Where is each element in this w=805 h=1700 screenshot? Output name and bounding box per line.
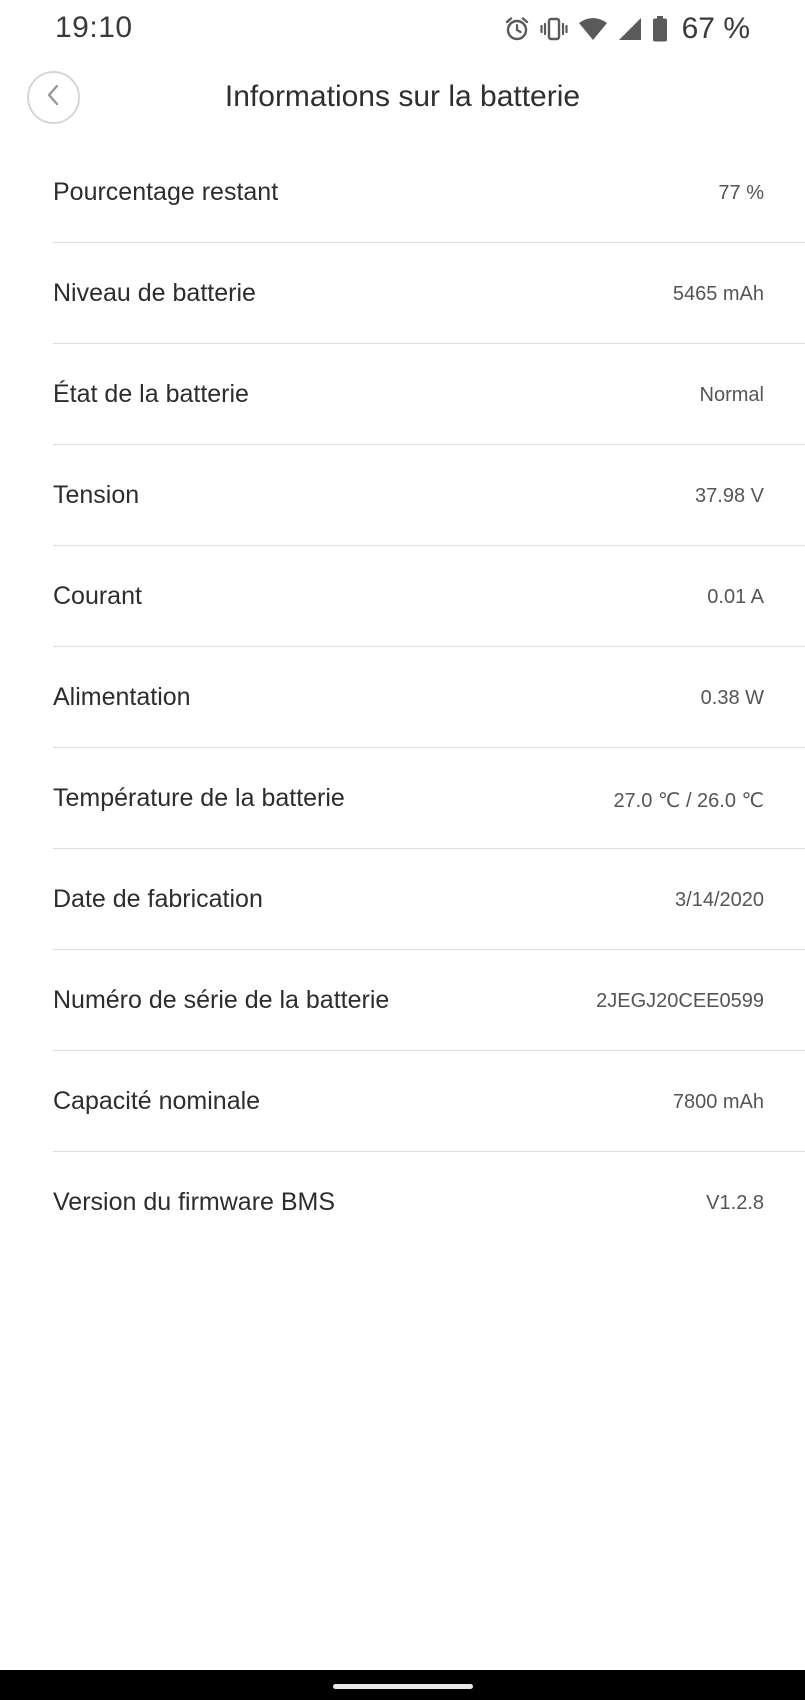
info-label: Niveau de batterie bbox=[53, 279, 256, 307]
info-label: État de la batterie bbox=[53, 380, 249, 408]
info-row-battery-temperature: Température de la batterie 27.0 ℃ / 26.0… bbox=[53, 748, 805, 849]
battery-icon bbox=[652, 16, 668, 42]
vibrate-icon bbox=[540, 16, 568, 42]
info-row-voltage: Tension 37.98 V bbox=[53, 445, 805, 546]
battery-percent-text: 67 % bbox=[681, 12, 750, 45]
info-row-serial-number: Numéro de série de la batterie 2JEGJ20CE… bbox=[53, 950, 805, 1051]
info-row-current: Courant 0.01 A bbox=[53, 546, 805, 647]
info-label: Capacité nominale bbox=[53, 1087, 261, 1115]
status-time: 19:10 bbox=[55, 11, 133, 44]
status-bar: 19:10 67 % bbox=[0, 0, 805, 60]
info-label: Courant bbox=[53, 582, 142, 610]
info-label: Date de fabrication bbox=[53, 885, 263, 913]
info-value: 3/14/2020 bbox=[675, 889, 764, 911]
wifi-icon bbox=[578, 17, 608, 41]
info-row-remaining-percentage: Pourcentage restant 77 % bbox=[53, 142, 805, 243]
info-label: Version du firmware BMS bbox=[53, 1188, 336, 1216]
info-row-bms-firmware-version: Version du firmware BMS V1.2.8 bbox=[53, 1152, 805, 1253]
info-value: 0.01 A bbox=[707, 586, 764, 608]
info-value: 0.38 W bbox=[700, 687, 764, 709]
info-row-power: Alimentation 0.38 W bbox=[53, 647, 805, 748]
home-gesture-handle[interactable] bbox=[333, 1684, 473, 1689]
info-value: 2JEGJ20CEE0599 bbox=[596, 990, 764, 1012]
page-title: Informations sur la batterie bbox=[224, 80, 581, 113]
info-value: V1.2.8 bbox=[706, 1192, 764, 1214]
cellular-signal-icon bbox=[618, 17, 642, 41]
info-row-manufacture-date: Date de fabrication 3/14/2020 bbox=[53, 849, 805, 950]
info-label: Pourcentage restant bbox=[53, 178, 279, 206]
status-icons: 67 % bbox=[504, 12, 750, 46]
info-row-battery-state: État de la batterie Normal bbox=[53, 344, 805, 445]
battery-info-list: Pourcentage restant 77 % Niveau de batte… bbox=[53, 142, 805, 1253]
info-value: 77 % bbox=[718, 182, 764, 204]
info-value: 5465 mAh bbox=[672, 283, 764, 305]
info-label: Température de la batterie bbox=[53, 784, 345, 812]
info-value: 37.98 V bbox=[695, 485, 764, 507]
alarm-icon bbox=[504, 16, 530, 42]
info-row-battery-level: Niveau de batterie 5465 mAh bbox=[53, 243, 805, 344]
info-label: Numéro de série de la batterie bbox=[53, 986, 390, 1014]
info-label: Alimentation bbox=[53, 683, 191, 711]
navigation-bar bbox=[0, 1670, 805, 1700]
info-label: Tension bbox=[53, 481, 140, 509]
info-value: 27.0 ℃ / 26.0 ℃ bbox=[613, 790, 764, 812]
info-value: 7800 mAh bbox=[672, 1091, 764, 1113]
info-row-nominal-capacity: Capacité nominale 7800 mAh bbox=[53, 1051, 805, 1152]
info-value: Normal bbox=[699, 384, 764, 406]
header: Informations sur la batterie bbox=[0, 62, 805, 137]
